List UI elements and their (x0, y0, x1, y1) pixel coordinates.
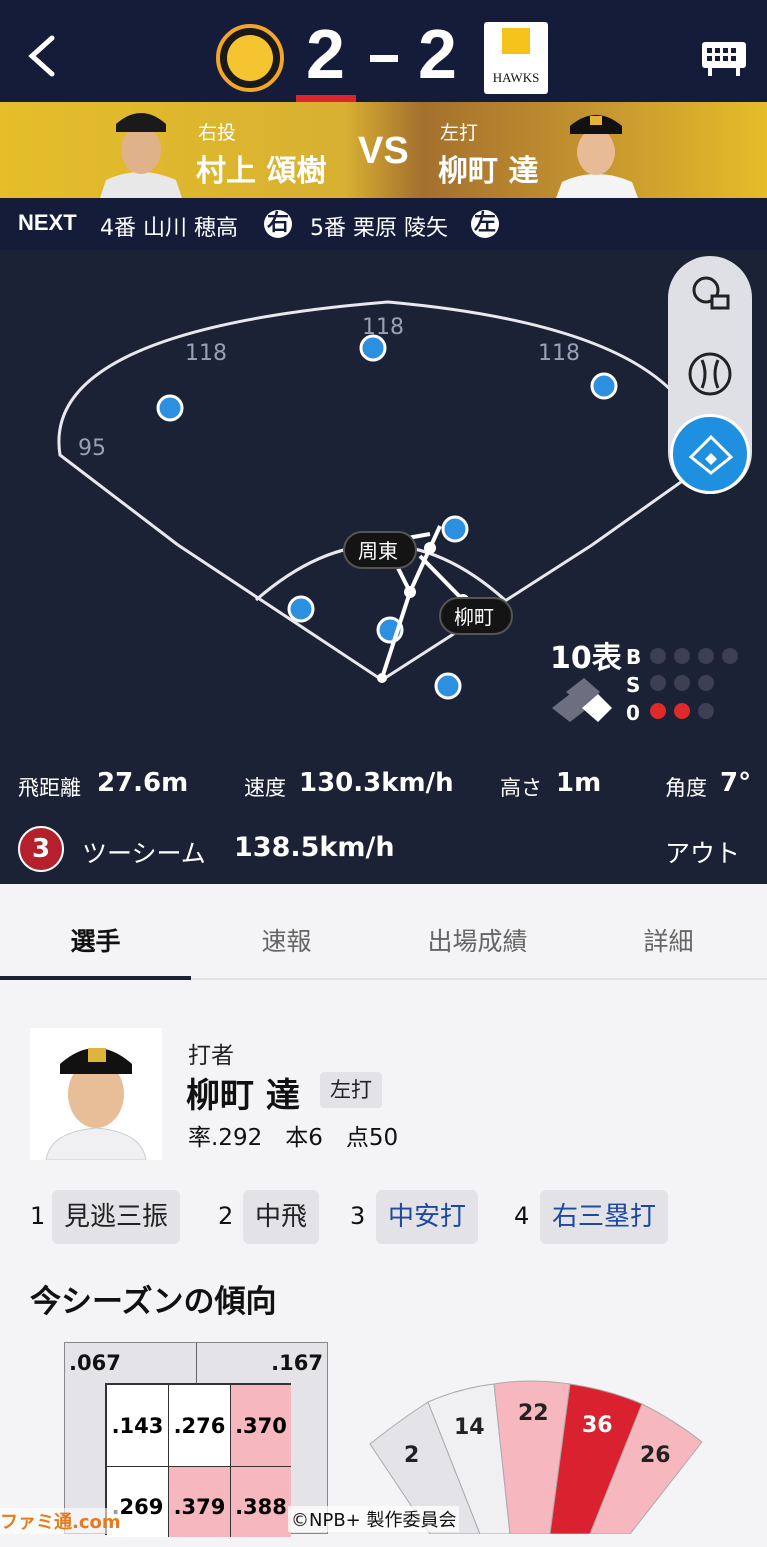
fielder-lf (156, 394, 184, 422)
out-dot-1 (650, 703, 666, 719)
fielder-cf (359, 334, 387, 362)
atbat-chip[interactable]: 見逃三振 (52, 1190, 181, 1244)
score-underline (296, 95, 356, 102)
next-batter-2: 5番 栗原 陵矢 (310, 216, 448, 241)
fan-value: 14 (454, 1415, 485, 1440)
tab-results[interactable]: 出場成績 (382, 922, 573, 958)
fielder-2b (441, 515, 469, 543)
outs-label: 0 (626, 701, 640, 725)
tab-bar: 選手 速報 出場成績 詳細 (0, 884, 767, 980)
field-view: 118 118 118 95 周東 柳町 10表 B S 0 (0, 250, 767, 762)
tab-indicator (0, 976, 191, 980)
dist-left: 118 (185, 341, 227, 366)
zone-cell: .388 (231, 1467, 291, 1537)
fielder-c (434, 672, 462, 700)
player-photo (30, 1028, 162, 1160)
height-value: 1m (556, 768, 602, 798)
fan-value: 36 (582, 1413, 613, 1438)
height-label: 高さ (500, 776, 542, 800)
watermark-logo: ファミ通.com (0, 1508, 121, 1534)
next-batters-bar: NEXT 4番 山川 穂高 右 5番 栗原 陵矢 左 (0, 198, 767, 250)
diamond-icon (688, 434, 734, 475)
angle-value: 7° (720, 768, 752, 798)
copyright: ©NPB+ 製作委員会 (288, 1506, 460, 1532)
baseball-icon[interactable] (686, 350, 734, 398)
speed-label: 速度 (244, 776, 286, 800)
zone-cell: .143 (107, 1385, 169, 1467)
batted-ball-stats: 飛距離 27.6m 速度 130.3km/h 高さ 1m 角度 7° 3 ツーシ… (0, 762, 767, 884)
atbat-chip[interactable]: 右三塁打 (540, 1190, 669, 1244)
next-batter-1: 4番 山川 穂高 (100, 216, 238, 241)
player-hand: 左打 (320, 1072, 382, 1108)
dist-leftline: 95 (78, 436, 106, 461)
fielder-rf (590, 372, 618, 400)
score-separator (370, 55, 398, 62)
balls-label: B (626, 645, 641, 669)
tab-player[interactable]: 選手 (0, 922, 191, 958)
atbat-chip[interactable]: 中飛 (243, 1190, 320, 1244)
zone-cell: .379 (169, 1467, 231, 1537)
distance-value: 27.6m (97, 768, 189, 798)
tigers-logo (216, 24, 284, 92)
batter-name: 柳町 達 (438, 154, 539, 189)
field-view-button[interactable] (670, 414, 750, 494)
zone-cell: .370 (231, 1385, 291, 1467)
season-title: 今シーズンの傾向 (30, 1284, 277, 1320)
tab-details[interactable]: 詳細 (573, 922, 764, 958)
view-mode-panel (668, 256, 752, 494)
strikes-label: S (626, 673, 640, 697)
atbat-number: 1 (30, 1202, 46, 1230)
atbat-number: 2 (218, 1202, 234, 1230)
atbat-number: 3 (350, 1202, 366, 1230)
next-batter-1-hand: 右 (264, 210, 292, 238)
pitch-number-badge: 3 (18, 826, 64, 872)
pitcher-name: 村上 頌樹 (196, 154, 327, 189)
player-name: 柳町 達 (186, 1076, 300, 1116)
zone-corner-tr: .167 (271, 1351, 323, 1375)
matchup-bar: 右投 村上 頌樹 VS 左打 柳町 達 (0, 102, 767, 198)
tab-live[interactable]: 速報 (191, 922, 382, 958)
angle-label: 角度 (665, 776, 707, 800)
next-batter-2-hand: 左 (471, 210, 499, 238)
pitcher-photo (100, 113, 182, 198)
fielder-3b (287, 595, 315, 623)
runner-name-2: 柳町 (454, 605, 494, 629)
speed-value: 130.3km/h (299, 768, 454, 798)
header: 2 2 HAWKS (0, 0, 767, 102)
out-dot-2 (674, 703, 690, 719)
player-role: 打者 (188, 1043, 234, 1069)
distance-label: 飛距離 (18, 776, 81, 800)
scoreboard-icon[interactable] (700, 40, 748, 78)
zone-cell: .276 (169, 1385, 231, 1467)
pitch-result: アウト (665, 839, 741, 868)
runner-name-1: 周東 (358, 539, 398, 563)
vs-label: VS (358, 130, 409, 172)
home-score: 2 (306, 15, 345, 93)
fan-value: 26 (640, 1443, 671, 1468)
batter-role: 左打 (440, 122, 479, 144)
fan-value: 2 (404, 1443, 419, 1468)
dist-right: 118 (538, 341, 580, 366)
away-score: 2 (418, 15, 457, 93)
inning-label: 10表 (550, 641, 622, 676)
hawks-logo: HAWKS (484, 22, 548, 94)
player-stats-line: 率.292 本6 点50 (188, 1125, 399, 1151)
pitch-speed: 138.5km/h (234, 832, 395, 863)
atbat-chip[interactable]: 中安打 (376, 1190, 479, 1244)
pitch-course-icon[interactable] (686, 270, 734, 318)
back-icon[interactable] (24, 34, 64, 78)
atbat-number: 4 (514, 1202, 530, 1230)
pitcher-role: 右投 (198, 122, 237, 144)
pitch-type: ツーシーム (82, 839, 206, 868)
zone-corner-tl: .067 (69, 1351, 121, 1375)
field-diagram: 118 118 118 95 周東 柳町 10表 B S 0 (57, 300, 738, 725)
next-label: NEXT (18, 210, 77, 235)
batter-photo (556, 115, 638, 198)
fan-value: 22 (518, 1401, 549, 1426)
